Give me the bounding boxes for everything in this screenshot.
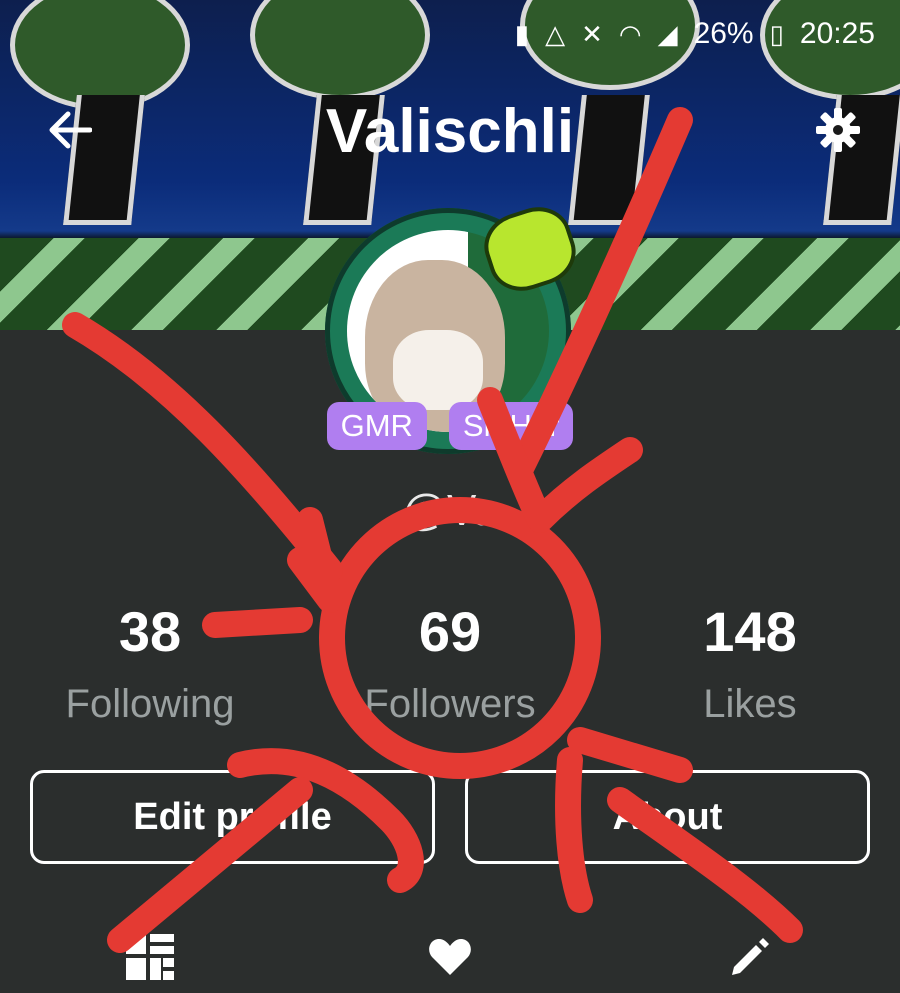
banner-tree — [250, 0, 430, 100]
following-count: 38 — [118, 600, 182, 663]
likes-label: Likes — [703, 682, 797, 726]
tab-likes[interactable] — [410, 927, 490, 987]
stat-likes[interactable]: 148 Likes — [600, 604, 900, 727]
stat-following[interactable]: 38 Following — [0, 604, 300, 727]
profile-tabs — [0, 920, 900, 993]
title-badges: GMR Sh Her — [0, 402, 900, 450]
followers-count: 69 — [418, 600, 482, 663]
likes-count: 148 — [703, 600, 797, 663]
battery-saver-icon: ▮ — [514, 18, 530, 49]
badge-pronouns: Sh Her — [448, 402, 574, 450]
page-title: Valischli — [325, 97, 575, 166]
profile-actions: Edit profile About — [30, 770, 870, 864]
about-button[interactable]: About — [465, 770, 870, 864]
grid-icon — [126, 933, 174, 980]
status-bar: ▮ △ ✕ ◠ ◢ 26% ▯ 20:25 — [515, 14, 875, 54]
banner-tree — [10, 0, 190, 110]
gear-icon — [816, 108, 860, 152]
battery-percent: 26% — [693, 17, 754, 50]
settings-button[interactable] — [808, 100, 868, 160]
data-saver-icon: △ — [545, 18, 566, 49]
tab-drafts[interactable] — [710, 927, 790, 987]
tab-posts[interactable] — [110, 927, 190, 987]
profile-stats: 38 Following 69 Followers 148 Likes — [0, 604, 900, 727]
clock: 20:25 — [799, 17, 875, 50]
wifi-icon: ◠ — [618, 18, 642, 49]
heart-icon — [429, 938, 471, 975]
pencil-icon — [732, 937, 769, 975]
signal-icon: ◢ — [657, 18, 678, 49]
followers-label: Followers — [364, 682, 536, 726]
following-label: Following — [65, 682, 235, 726]
battery-icon: ▯ — [769, 18, 784, 49]
stat-followers[interactable]: 69 Followers — [300, 604, 600, 727]
mute-icon: ✕ — [581, 18, 603, 49]
edit-profile-button[interactable]: Edit profile — [30, 770, 435, 864]
badge-gmr: GMR — [326, 402, 427, 450]
user-handle: @Va — [402, 486, 498, 535]
